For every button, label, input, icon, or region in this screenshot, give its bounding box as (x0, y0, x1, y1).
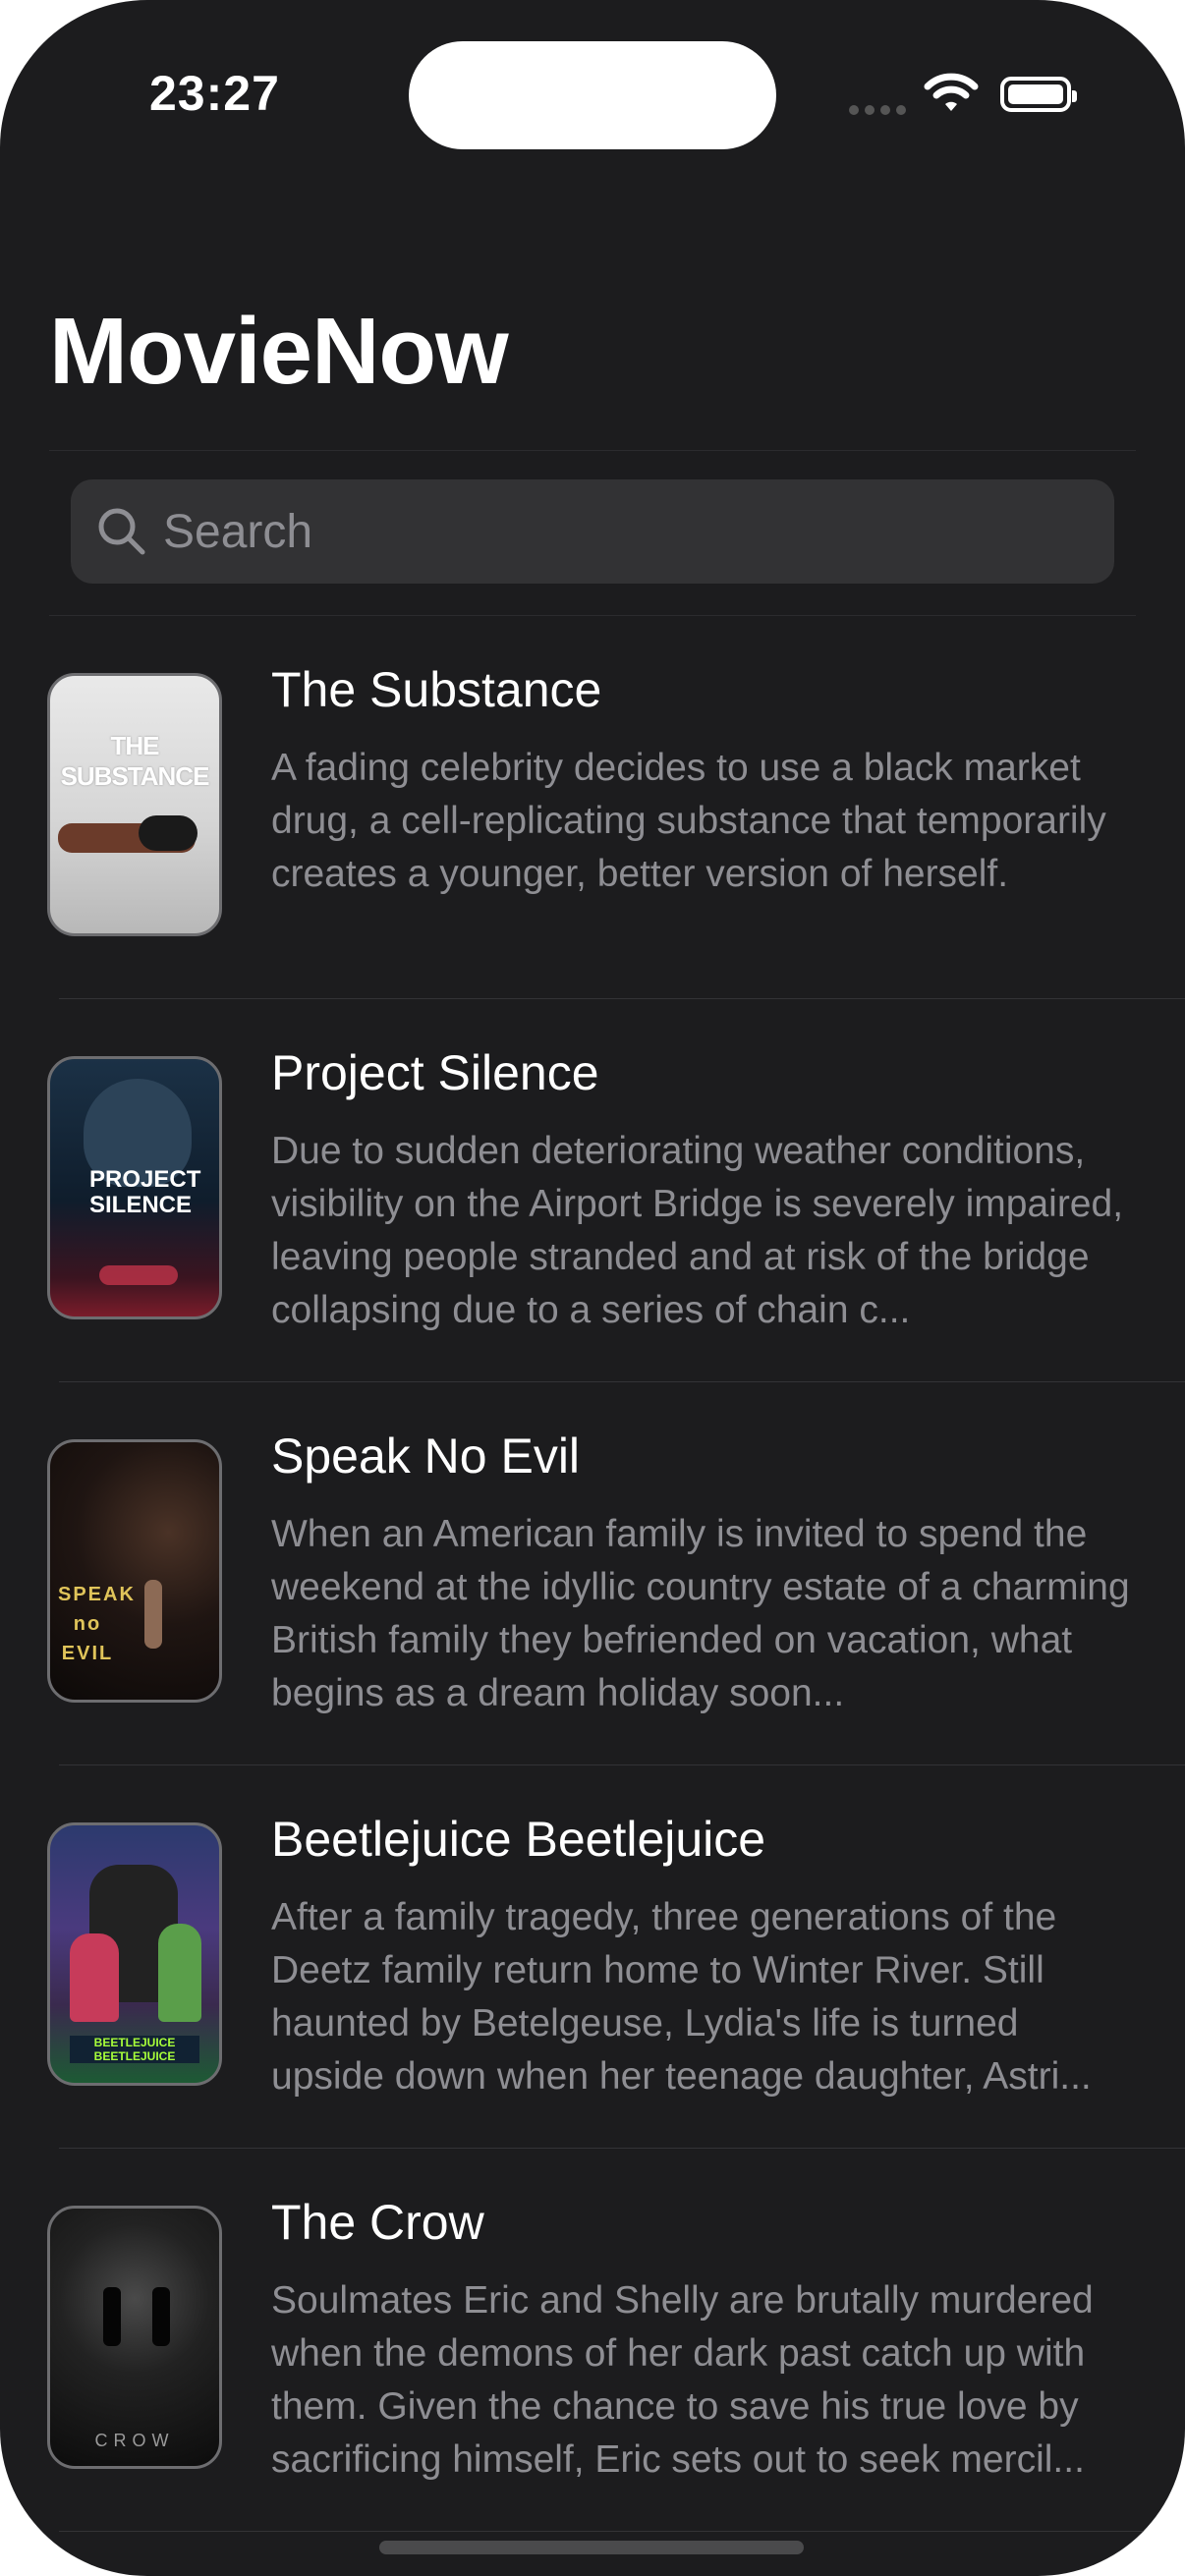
movie-poster: PROJECT SILENCE (47, 1056, 222, 1319)
search-icon (94, 504, 149, 559)
search-field[interactable]: Search (71, 479, 1114, 584)
movie-description: Due to sudden deteriorating weather cond… (271, 1130, 1124, 1331)
row-divider (59, 2531, 1185, 2532)
poster-title-text: CROW (94, 2431, 175, 2450)
signal-dots-icon (849, 102, 912, 120)
dynamic-island (409, 41, 776, 149)
movie-poster: BEETLEJUICE BEETLEJUICE (47, 1822, 222, 2086)
movie-list: THE SUBSTANCE The Substance A fading cel… (0, 616, 1185, 2532)
status-time: 23:27 (149, 66, 280, 121)
poster-title-text: BEETLEJUICE BEETLEJUICE (70, 2036, 199, 2063)
movie-title: Beetlejuice Beetlejuice (271, 1812, 766, 1867)
movie-poster: CROW (47, 2206, 222, 2469)
movie-poster: THE SUBSTANCE (47, 673, 222, 936)
movie-title: Speak No Evil (271, 1428, 581, 1484)
movie-row[interactable]: CROW The Crow Soulmates Eric and Shelly … (0, 2149, 1185, 2532)
movie-title: Project Silence (271, 1045, 599, 1100)
phone-screen: 23:27 MovieNow Search THE SUBSTANCE The … (0, 0, 1185, 2576)
home-indicator[interactable] (379, 2541, 804, 2554)
movie-description: A fading celebrity decides to use a blac… (271, 747, 1106, 895)
poster-title-text: THE SUBSTANCE (60, 731, 210, 791)
battery-icon (1000, 77, 1077, 112)
search-placeholder: Search (163, 505, 313, 558)
movie-row[interactable]: THE SUBSTANCE The Substance A fading cel… (0, 616, 1185, 999)
movie-title: The Substance (271, 662, 602, 717)
movie-poster: SPEAK no EVIL (47, 1439, 222, 1703)
movie-title: The Crow (271, 2195, 484, 2250)
divider (49, 450, 1136, 451)
wifi-icon (924, 73, 979, 111)
poster-title-text: SPEAK no EVIL (58, 1584, 136, 1664)
movie-row[interactable]: SPEAK no EVIL Speak No Evil When an Amer… (0, 1382, 1185, 1765)
poster-title-text: PROJECT SILENCE (89, 1166, 201, 1218)
page-title: MovieNow (49, 299, 509, 404)
movie-row[interactable]: BEETLEJUICE BEETLEJUICE Beetlejuice Beet… (0, 1765, 1185, 2149)
movie-description: Soulmates Eric and Shelly are brutally m… (271, 2279, 1094, 2481)
movie-description: After a family tragedy, three generation… (271, 1896, 1092, 2098)
movie-description: When an American family is invited to sp… (271, 1513, 1130, 1714)
movie-row[interactable]: PROJECT SILENCE Project Silence Due to s… (0, 999, 1185, 1382)
